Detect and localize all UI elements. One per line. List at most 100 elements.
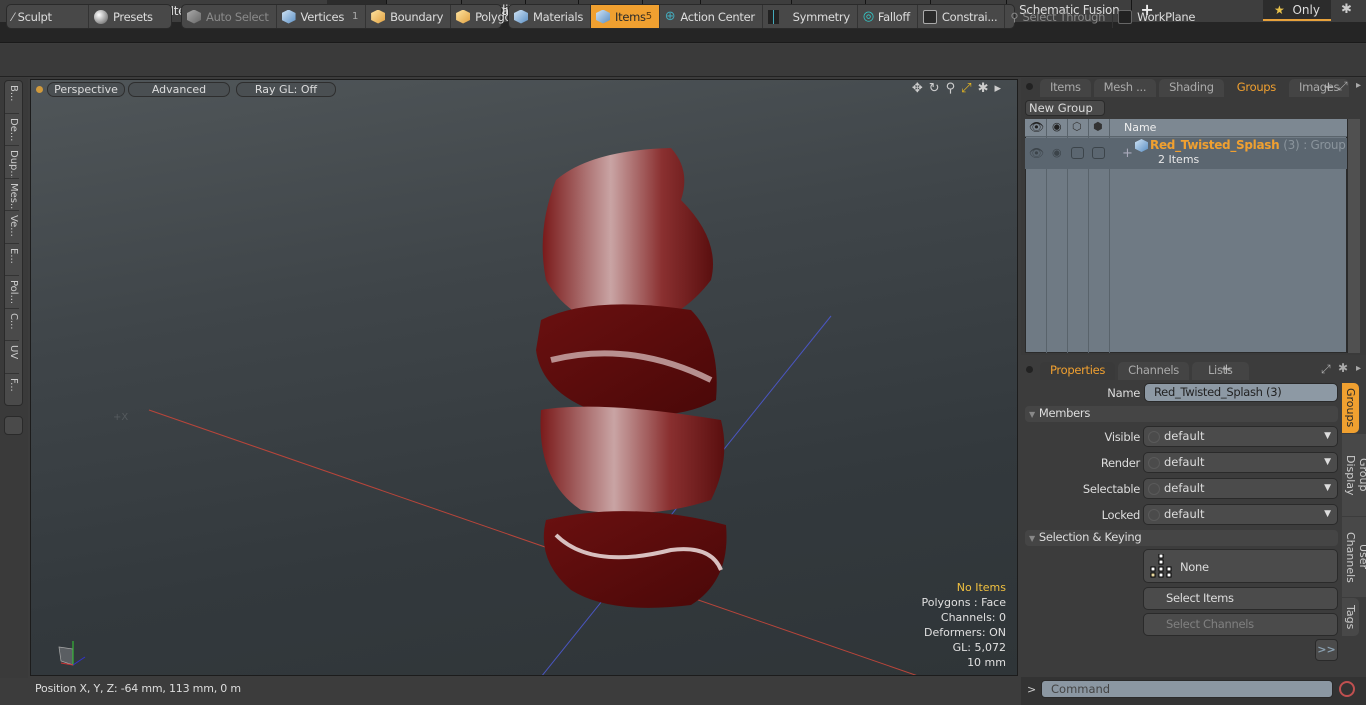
vtab-polygon[interactable]: Pol...: [5, 276, 19, 309]
viewport-gear-icon[interactable]: ✱: [978, 81, 989, 96]
visible-dropdown[interactable]: default ▼: [1143, 426, 1338, 447]
command-input[interactable]: Command: [1041, 680, 1333, 698]
render-dropdown[interactable]: default ▼: [1143, 452, 1338, 473]
collapse-triangle-icon: ▼: [1029, 410, 1035, 419]
select-col-cube-icon[interactable]: ⬡: [1072, 120, 1082, 133]
panel-menu-arrow-icon[interactable]: ▸: [1356, 80, 1361, 91]
workplane-icon: [1118, 9, 1133, 24]
toolbar: [0, 44, 1366, 77]
symmetry-button[interactable]: Symmetry: [763, 5, 858, 28]
vtab-deform[interactable]: De...: [5, 114, 19, 146]
render-col-camera-icon[interactable]: ◉: [1052, 120, 1062, 133]
row-lock-checkbox[interactable]: [1092, 147, 1105, 159]
row-camera-icon[interactable]: ◉: [1052, 146, 1062, 159]
rotate-view-icon[interactable]: ↻: [929, 81, 940, 96]
members-section[interactable]: ▼ Members: [1025, 406, 1338, 422]
vtab-curve[interactable]: C...: [5, 309, 19, 341]
perspective-button[interactable]: Perspective: [47, 82, 125, 97]
prop-gear-icon[interactable]: ✱: [1338, 361, 1348, 375]
selectable-dropdown[interactable]: default ▼: [1143, 478, 1338, 499]
info-polygons: Polygons : Face: [921, 596, 1006, 609]
new-group-button[interactable]: New Group: [1025, 100, 1105, 116]
shading-button[interactable]: Advanced: [128, 82, 230, 97]
vtab-uv[interactable]: UV: [5, 341, 19, 374]
name-column-header[interactable]: Name: [1124, 121, 1156, 134]
prop-panel-dot-icon[interactable]: [1026, 366, 1033, 373]
side-tab-tags[interactable]: Tags: [1342, 598, 1359, 636]
vtab-mesh-edit[interactable]: Mes...: [5, 179, 19, 211]
prop-menu-arrow-icon[interactable]: ▸: [1356, 363, 1361, 374]
record-macro-icon[interactable]: [1339, 681, 1355, 697]
side-tab-user-channels[interactable]: User Channels: [1342, 517, 1366, 597]
presets-button[interactable]: Presets: [89, 5, 160, 28]
vtab-fusion[interactable]: F...: [5, 374, 19, 407]
axis-x-label: +X: [113, 412, 128, 423]
side-tab-groups[interactable]: Groups: [1342, 383, 1359, 433]
side-tab-group-display[interactable]: Group Display: [1342, 434, 1366, 516]
vertices-count: 1: [352, 11, 359, 22]
more-button[interactable]: >>: [1315, 639, 1338, 661]
row-eye-icon[interactable]: 👁: [1029, 146, 1044, 160]
tab-groups[interactable]: Groups: [1226, 79, 1286, 97]
viewport-indicator-dot[interactable]: [36, 86, 43, 93]
expand-plus-icon[interactable]: +: [1122, 146, 1133, 161]
viewport-menu-arrow-icon[interactable]: ▸: [994, 81, 1001, 96]
tab-channels[interactable]: Channels: [1118, 362, 1189, 380]
boundary-button[interactable]: Boundary: [366, 5, 452, 28]
vertices-button[interactable]: Vertices 1: [277, 5, 367, 28]
tab-items[interactable]: Items: [1040, 79, 1091, 97]
sculpt-button[interactable]: ⁄ Sculpt: [7, 5, 89, 28]
falloff-label: Falloff: [877, 9, 910, 24]
select-through-label: Select Through: [1022, 9, 1106, 24]
add-panel-tab-icon[interactable]: +: [1323, 80, 1334, 95]
select-through-button[interactable]: ⚲ Select Through: [1005, 5, 1114, 28]
lock-col-cube-icon[interactable]: ⬢: [1093, 120, 1103, 133]
select-channels-button[interactable]: Select Channels: [1143, 613, 1338, 636]
locked-dropdown[interactable]: default ▼: [1143, 504, 1338, 525]
vtab-edge[interactable]: E...: [5, 244, 19, 276]
falloff-button[interactable]: ◎ Falloff: [858, 5, 918, 28]
select-items-button[interactable]: Select Items: [1143, 587, 1338, 610]
vtab-duplicate[interactable]: Dup...: [5, 146, 19, 179]
3d-viewport[interactable]: +X Perspective Advanced Ray GL: Off ✥ ↻ …: [30, 79, 1018, 676]
constraints-label: Constrai...: [941, 9, 998, 24]
action-center-button[interactable]: ⊕ Action Center: [660, 5, 763, 28]
raygl-button[interactable]: Ray GL: Off: [236, 82, 336, 97]
crosshair-icon: ⊕: [664, 9, 676, 24]
prop-expand-icon[interactable]: ⤢: [1321, 362, 1331, 377]
left-extra-tab[interactable]: [4, 416, 23, 435]
gear-icon[interactable]: ✱: [1341, 2, 1352, 17]
maximize-view-icon[interactable]: ⤢: [961, 81, 971, 96]
vtab-basic[interactable]: B...: [5, 81, 19, 114]
selection-set-button[interactable]: None: [1143, 549, 1338, 583]
zoom-view-icon[interactable]: ⚲: [946, 81, 956, 96]
auto-select-button[interactable]: Auto Select: [182, 5, 277, 28]
vtab-vertex[interactable]: Ve...: [5, 211, 19, 244]
red-twisted-splash-model: [536, 148, 727, 608]
tab-properties[interactable]: Properties: [1040, 362, 1116, 380]
tab-mesh[interactable]: Mesh ...: [1093, 79, 1157, 97]
items-count: 5: [645, 11, 652, 22]
selection-keying-section[interactable]: ▼ Selection & Keying: [1025, 530, 1338, 546]
visible-label: Visible: [1104, 430, 1141, 444]
move-view-icon[interactable]: ✥: [912, 81, 923, 96]
visibility-col-eye-icon[interactable]: 👁: [1029, 120, 1044, 134]
row-selectable-checkbox[interactable]: [1071, 147, 1084, 159]
tab-shading[interactable]: Shading: [1159, 79, 1224, 97]
none-label: None: [1180, 560, 1209, 574]
panel-dot-icon[interactable]: [1026, 83, 1033, 90]
groups-scrollbar[interactable]: [1347, 119, 1360, 353]
group-name[interactable]: Red_Twisted_Splash (3) : Group: [1150, 138, 1346, 152]
items-button[interactable]: Items 5: [591, 5, 660, 28]
items-icon: [596, 9, 611, 24]
workplane-button[interactable]: WorkPlane: [1113, 5, 1202, 28]
name-field[interactable]: Red_Twisted_Splash (3): [1144, 383, 1338, 402]
constraints-button[interactable]: Constrai...: [918, 5, 1006, 28]
selection-mode-group: Auto Select Vertices 1 Boundary Polygons: [181, 4, 524, 29]
group-row[interactable]: 👁 ◉ + Red_Twisted_Splash (3) : Group 2 I…: [1025, 138, 1347, 169]
materials-button[interactable]: Materials: [509, 5, 592, 28]
only-toggle[interactable]: ★ Only: [1263, 0, 1331, 21]
x-axis-line: [148, 409, 917, 675]
expand-panel-icon[interactable]: ⤢: [1338, 79, 1348, 94]
add-prop-tab-icon[interactable]: +: [1221, 362, 1232, 377]
